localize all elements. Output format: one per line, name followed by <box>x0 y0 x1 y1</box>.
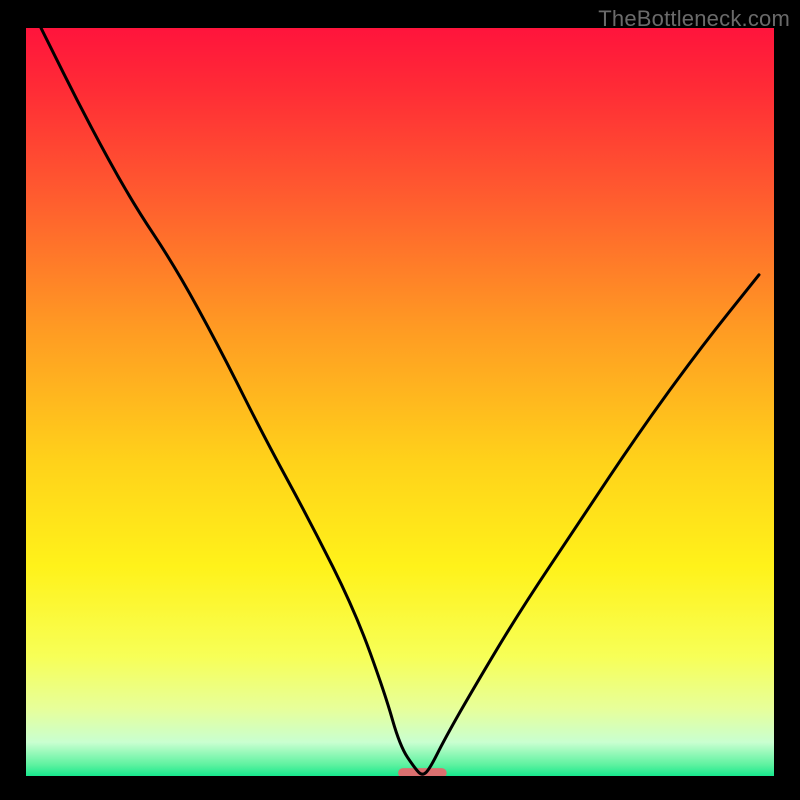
plot-area <box>26 28 774 776</box>
chart-frame: TheBottleneck.com <box>0 0 800 800</box>
plot-svg <box>26 28 774 776</box>
